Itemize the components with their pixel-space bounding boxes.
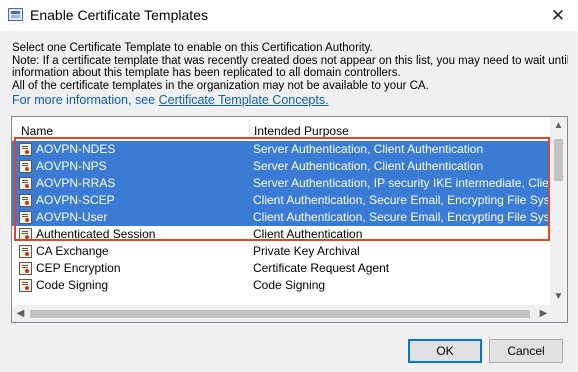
- template-row[interactable]: CEP Encryption Certificate Request Agent: [12, 260, 552, 277]
- column-header-intended-purpose[interactable]: Intended Purpose: [254, 124, 349, 138]
- certificate-icon: [19, 160, 32, 173]
- column-header-name[interactable]: Name: [21, 124, 53, 138]
- template-name: AOVPN-SCEP: [36, 193, 115, 207]
- certificate-icon: [19, 177, 32, 190]
- template-row[interactable]: Code Signing Code Signing: [12, 277, 552, 294]
- horizontal-scroll-thumb[interactable]: [30, 310, 530, 318]
- template-row[interactable]: AOVPN-NDES Server Authentication, Client …: [12, 141, 552, 158]
- cancel-button[interactable]: Cancel: [489, 339, 563, 363]
- window-app-icon: [8, 8, 23, 21]
- template-name: Code Signing: [36, 278, 109, 292]
- description-line: information about this template has been…: [12, 67, 401, 80]
- template-name: Authenticated Session: [36, 227, 156, 241]
- window-title: Enable Certificate Templates: [30, 7, 208, 23]
- template-intended-purpose: Server Authentication, Client Authentica…: [253, 142, 484, 156]
- template-intended-purpose: Private Key Archival: [253, 244, 360, 258]
- description-line: Note: If a certificate template that was…: [12, 54, 568, 67]
- certificate-icon: [19, 245, 32, 258]
- scroll-left-arrow-icon[interactable]: ◀: [12, 305, 29, 322]
- template-intended-purpose: Certificate Request Agent: [253, 261, 390, 275]
- template-name: AOVPN-User: [36, 210, 108, 224]
- title-bar: Enable Certificate Templates ✕: [0, 0, 578, 31]
- scrollbar-corner: [550, 305, 567, 322]
- certificate-icon: [19, 143, 32, 156]
- list-header: Name Intended Purpose: [12, 117, 552, 140]
- template-list[interactable]: Name Intended Purpose AOVPN-NDES Server A…: [11, 116, 568, 323]
- certificate-icon: [19, 211, 32, 224]
- template-intended-purpose: Client Authentication, Secure Email, Enc…: [253, 210, 552, 224]
- template-intended-purpose: Client Authentication: [253, 227, 363, 241]
- template-intended-purpose: Code Signing: [253, 278, 326, 292]
- template-row[interactable]: AOVPN-User Client Authentication, Secure …: [12, 209, 552, 226]
- scroll-up-arrow-icon[interactable]: ▲: [550, 117, 567, 134]
- template-name: AOVPN-NDES: [36, 142, 116, 156]
- template-row[interactable]: AOVPN-SCEP Client Authentication, Secure …: [12, 192, 552, 209]
- horizontal-scrollbar[interactable]: ◀ ▶: [12, 305, 552, 322]
- certificate-template-concepts-link[interactable]: Certificate Template Concepts.: [159, 94, 329, 107]
- certificate-icon: [19, 279, 32, 292]
- template-intended-purpose: Server Authentication, Client Authentica…: [253, 159, 484, 173]
- template-row[interactable]: AOVPN-NPS Server Authentication, Client A…: [12, 158, 552, 175]
- ok-button[interactable]: OK: [408, 339, 482, 363]
- template-row[interactable]: AOVPN-RRAS Server Authentication, IP secu…: [12, 175, 552, 192]
- column-divider[interactable]: [249, 119, 250, 138]
- template-name: AOVPN-RRAS: [36, 176, 116, 190]
- scroll-down-arrow-icon[interactable]: ▼: [550, 288, 567, 305]
- more-info-line: For more information, see Certificate Te…: [12, 94, 568, 107]
- template-name: CEP Encryption: [36, 261, 121, 275]
- template-row[interactable]: Authenticated Session Client Authenticati…: [12, 226, 552, 243]
- certificate-icon: [19, 262, 32, 275]
- certificate-icon: [19, 194, 32, 207]
- close-icon[interactable]: ✕: [538, 0, 578, 31]
- vertical-scroll-thumb[interactable]: [554, 139, 563, 181]
- description-line: Select one Certificate Template to enabl…: [12, 42, 373, 54]
- vertical-scrollbar[interactable]: ▲ ▼: [550, 117, 567, 305]
- template-intended-purpose: Server Authentication, IP security IKE i…: [253, 176, 552, 190]
- template-intended-purpose: Client Authentication, Secure Email, Enc…: [253, 193, 552, 207]
- description-line: All of the certificate templates in the …: [12, 79, 429, 92]
- template-row[interactable]: CA Exchange Private Key Archival: [12, 243, 552, 260]
- template-name: CA Exchange: [36, 244, 109, 258]
- template-rows: AOVPN-NDES Server Authentication, Client …: [12, 141, 552, 294]
- certificate-icon: [19, 228, 32, 241]
- template-name: AOVPN-NPS: [36, 159, 107, 173]
- description-text: Select one Certificate Template to enabl…: [12, 42, 568, 107]
- more-info-prefix: For more information, see: [12, 94, 159, 107]
